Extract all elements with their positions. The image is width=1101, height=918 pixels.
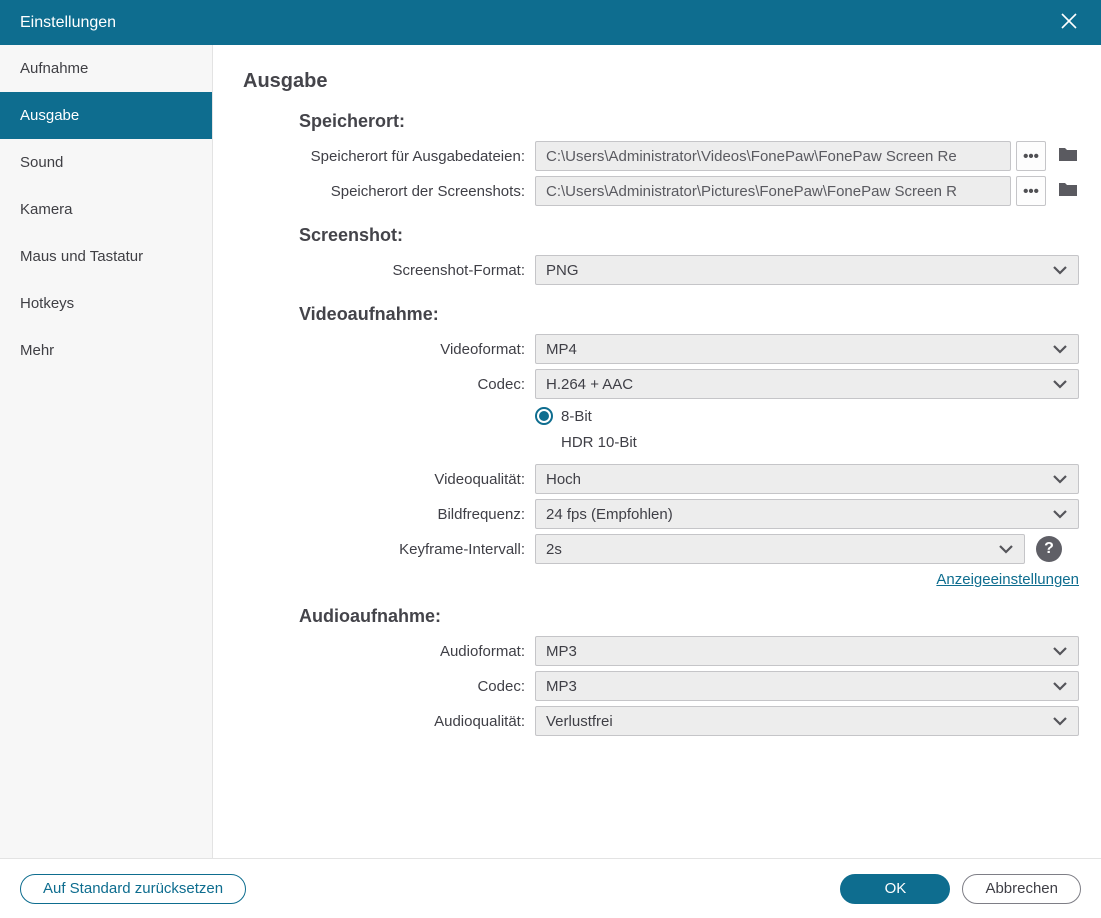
footer: Auf Standard zurücksetzen OK Abbrechen [0, 858, 1101, 918]
sidebar-item-maus-tastatur[interactable]: Maus und Tastatur [0, 233, 212, 280]
section-speicherort-header: Speicherort: [299, 111, 1079, 132]
chevron-down-icon [1052, 341, 1068, 358]
sidebar-item-hotkeys[interactable]: Hotkeys [0, 280, 212, 327]
keyframe-select[interactable]: 2s [535, 534, 1025, 564]
settings-window: Einstellungen Aufnahme Ausgabe Sound Kam… [0, 0, 1101, 918]
reset-to-default-button[interactable]: Auf Standard zurücksetzen [20, 874, 246, 904]
keyframe-value: 2s [546, 541, 998, 558]
audio-format-value: MP3 [546, 643, 1052, 660]
reset-label: Auf Standard zurücksetzen [43, 880, 223, 897]
section-screenshot-header: Screenshot: [299, 225, 1079, 246]
bit-depth-hdr-label: HDR 10-Bit [561, 434, 1079, 451]
folder-icon [1058, 181, 1078, 201]
video-codec-label: Codec: [243, 376, 525, 393]
chevron-down-icon [1052, 713, 1068, 730]
output-path-browse-button[interactable]: ••• [1016, 141, 1046, 171]
videoformat-value: MP4 [546, 341, 1052, 358]
window-title: Einstellungen [20, 14, 116, 32]
body: Aufnahme Ausgabe Sound Kamera Maus und T… [0, 45, 1101, 858]
sidebar-item-label: Aufnahme [20, 60, 88, 77]
video-quality-value: Hoch [546, 471, 1052, 488]
ellipsis-icon: ••• [1023, 183, 1039, 200]
folder-icon [1058, 146, 1078, 166]
keyframe-help-button[interactable]: ? [1036, 536, 1062, 562]
output-path-input[interactable]: C:\Users\Administrator\Videos\FonePaw\Fo… [535, 141, 1011, 171]
content-panel[interactable]: Ausgabe Speicherort: Speicherort für Aus… [213, 45, 1101, 858]
screenshot-path-browse-button[interactable]: ••• [1016, 176, 1046, 206]
ellipsis-icon: ••• [1023, 148, 1039, 165]
close-icon [1060, 12, 1078, 34]
output-path-label: Speicherort für Ausgabedateien: [243, 148, 525, 165]
sidebar-item-label: Maus und Tastatur [20, 248, 143, 265]
sidebar-item-kamera[interactable]: Kamera [0, 186, 212, 233]
sidebar-item-label: Sound [20, 154, 63, 171]
screenshot-format-value: PNG [546, 262, 1052, 279]
audio-codec-label: Codec: [243, 678, 525, 695]
page-title: Ausgabe [243, 70, 1079, 93]
cancel-label: Abbrechen [985, 880, 1058, 897]
audio-format-select[interactable]: MP3 [535, 636, 1079, 666]
video-codec-select[interactable]: H.264 + AAC [535, 369, 1079, 399]
chevron-down-icon [998, 541, 1014, 558]
section-audio-header: Audioaufnahme: [299, 606, 1079, 627]
chevron-down-icon [1052, 643, 1068, 660]
ok-label: OK [885, 880, 907, 897]
chevron-down-icon [1052, 262, 1068, 279]
ok-button[interactable]: OK [840, 874, 950, 904]
screenshot-path-value: C:\Users\Administrator\Pictures\FonePaw\… [546, 183, 957, 200]
audio-quality-label: Audioqualität: [243, 713, 525, 730]
video-quality-label: Videoqualität: [243, 471, 525, 488]
screenshot-format-select[interactable]: PNG [535, 255, 1079, 285]
fps-value: 24 fps (Empfohlen) [546, 506, 1052, 523]
chevron-down-icon [1052, 471, 1068, 488]
sidebar-item-label: Mehr [20, 342, 54, 359]
output-path-open-folder-button[interactable] [1057, 145, 1079, 167]
chevron-down-icon [1052, 376, 1068, 393]
audio-quality-value: Verlustfrei [546, 713, 1052, 730]
audio-format-label: Audioformat: [243, 643, 525, 660]
sidebar-item-label: Kamera [20, 201, 73, 218]
fps-select[interactable]: 24 fps (Empfohlen) [535, 499, 1079, 529]
videoformat-label: Videoformat: [243, 341, 525, 358]
sidebar-item-label: Ausgabe [20, 107, 79, 124]
sidebar-item-aufnahme[interactable]: Aufnahme [0, 45, 212, 92]
cancel-button[interactable]: Abbrechen [962, 874, 1081, 904]
help-icon: ? [1044, 540, 1054, 558]
audio-quality-select[interactable]: Verlustfrei [535, 706, 1079, 736]
sidebar-item-ausgabe[interactable]: Ausgabe [0, 92, 212, 139]
bit-depth-8bit-label: 8-Bit [561, 408, 1079, 425]
bit-depth-8bit-radio[interactable] [535, 407, 553, 425]
fps-label: Bildfrequenz: [243, 506, 525, 523]
videoformat-select[interactable]: MP4 [535, 334, 1079, 364]
keyframe-label: Keyframe-Intervall: [243, 541, 525, 558]
output-path-value: C:\Users\Administrator\Videos\FonePaw\Fo… [546, 148, 957, 165]
screenshot-path-input[interactable]: C:\Users\Administrator\Pictures\FonePaw\… [535, 176, 1011, 206]
screenshot-format-label: Screenshot-Format: [243, 262, 525, 279]
audio-codec-select[interactable]: MP3 [535, 671, 1079, 701]
sidebar-item-mehr[interactable]: Mehr [0, 327, 212, 374]
sidebar-item-sound[interactable]: Sound [0, 139, 212, 186]
section-video-header: Videoaufnahme: [299, 304, 1079, 325]
chevron-down-icon [1052, 506, 1068, 523]
sidebar-item-label: Hotkeys [20, 295, 74, 312]
display-settings-link[interactable]: Anzeigeeinstellungen [936, 571, 1079, 588]
video-codec-value: H.264 + AAC [546, 376, 1052, 393]
video-quality-select[interactable]: Hoch [535, 464, 1079, 494]
audio-codec-value: MP3 [546, 678, 1052, 695]
screenshot-path-open-folder-button[interactable] [1057, 180, 1079, 202]
close-button[interactable] [1055, 9, 1083, 37]
titlebar: Einstellungen [0, 0, 1101, 45]
chevron-down-icon [1052, 678, 1068, 695]
sidebar: Aufnahme Ausgabe Sound Kamera Maus und T… [0, 45, 213, 858]
screenshot-path-label: Speicherort der Screenshots: [243, 183, 525, 200]
